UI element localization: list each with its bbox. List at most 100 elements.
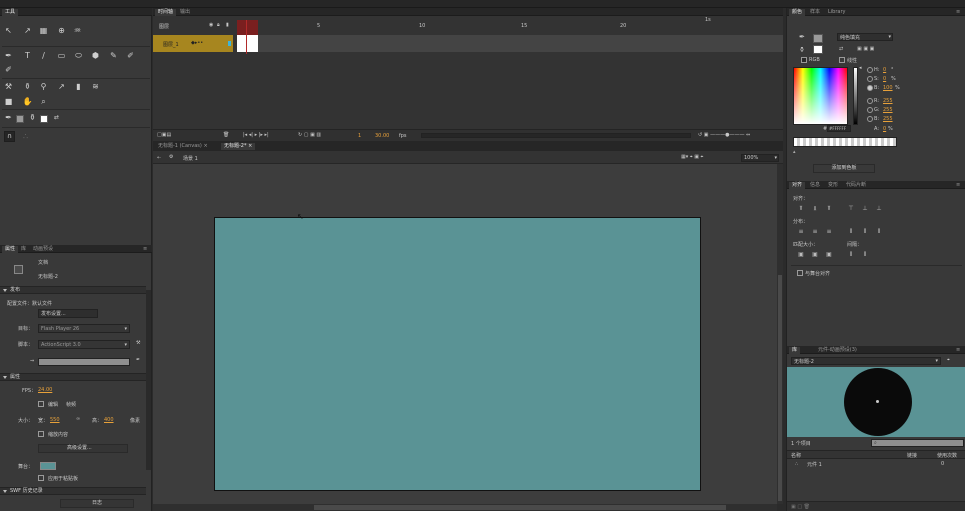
lock-all-icon[interactable]: 🔒︎	[217, 22, 220, 28]
stage-vertical-scrollbar-thumb[interactable]	[778, 275, 782, 501]
swap-color-icon[interactable]: ⇄	[839, 46, 843, 52]
tab-swatches[interactable]: 样本	[807, 9, 823, 16]
color-panel-menu-icon[interactable]: ≡	[953, 9, 963, 16]
stroke-color-swatch[interactable]	[16, 115, 24, 123]
eraser-tool-icon[interactable]: ▮	[73, 81, 84, 92]
col-uses[interactable]: 使用次数	[937, 452, 957, 459]
doc-tab-1[interactable]: 无标题-1 (Canvas) ×	[155, 143, 211, 150]
script-select[interactable]: ActionScript 3.0 ▾	[38, 340, 130, 349]
hand-tool-icon[interactable]: ✋	[22, 96, 33, 107]
red-value[interactable]: 255	[883, 98, 893, 104]
smooth-icon[interactable]: ∴	[20, 131, 31, 142]
tab-library[interactable]: 库	[18, 246, 29, 253]
red-radio[interactable]	[867, 98, 873, 104]
add-swatch-button[interactable]: 添加到色板	[813, 164, 875, 173]
tab-symbol-presets[interactable]: 元件-动画预设(3)	[815, 347, 860, 354]
tab-properties[interactable]: 属性	[2, 246, 19, 253]
oval-tool-icon[interactable]: ⬭	[73, 50, 84, 61]
col-name[interactable]: 名称	[791, 452, 801, 459]
green-value[interactable]: 255	[883, 107, 893, 113]
align-left-icon[interactable]: ⫪	[797, 205, 805, 212]
subselection-tool-icon[interactable]: ↗	[22, 25, 33, 36]
hue-value[interactable]: 0	[883, 67, 886, 73]
timeline-horizontal-scrollbar[interactable]	[421, 133, 691, 138]
camera-tool-icon[interactable]: ■	[3, 96, 14, 107]
stage-canvas[interactable]	[214, 217, 701, 491]
paint-brush-tool-icon[interactable]: ✐	[3, 64, 14, 75]
3d-rotation-tool-icon[interactable]: ⊕	[56, 25, 67, 36]
library-search-input[interactable]: ⌕	[871, 439, 964, 447]
zoom-select[interactable]: 100% ▾	[741, 154, 779, 162]
log-button[interactable]: 日志	[60, 499, 134, 508]
alpha-value[interactable]: 0	[883, 126, 886, 132]
doc-tab-1-close-icon[interactable]: ×	[203, 143, 207, 149]
text-tool-icon[interactable]: T	[22, 50, 33, 61]
brush-tool-icon[interactable]: ✐	[125, 50, 136, 61]
snap-to-objects-button[interactable]: ∩	[4, 131, 15, 142]
distribute-vcenter-icon[interactable]: ≡	[811, 228, 819, 235]
tab-code-snippets[interactable]: 代码片断	[843, 182, 869, 189]
zoom-tool-icon[interactable]: ⌕	[38, 96, 49, 107]
eyedropper-tool-icon[interactable]: ↗	[56, 81, 67, 92]
stroke-color-icon[interactable]: ✒	[3, 112, 14, 123]
swatch-strip[interactable]	[793, 137, 897, 147]
stage-view-controls[interactable]: ▦▾ ⌖ ▣ ⌖	[681, 154, 703, 160]
hex-input[interactable]: #FFFFFF	[827, 125, 851, 132]
align-right-icon[interactable]: ⫪	[825, 205, 833, 212]
align-vcenter-icon[interactable]: ⊥	[861, 205, 869, 212]
delete-layer-icon[interactable]: 🗑︎	[223, 132, 229, 138]
back-arrow-icon[interactable]: ⇠	[157, 155, 161, 161]
stage-horizontal-scrollbar-thumb[interactable]	[314, 505, 726, 510]
align-top-icon[interactable]: ⊤	[847, 205, 855, 212]
class-edit-icon[interactable]: ✒	[136, 357, 140, 363]
line-tool-icon[interactable]: ∕	[38, 50, 49, 61]
bone-tool-icon[interactable]: ⚒	[3, 81, 14, 92]
swatch-left-arrow-icon[interactable]: ▴	[793, 149, 796, 155]
distribute-right-icon[interactable]: ⫴	[875, 228, 883, 235]
fill-icon[interactable]: ⚱	[799, 46, 805, 54]
stroke-swatch[interactable]	[813, 34, 823, 43]
distribute-top-icon[interactable]: ≡	[797, 228, 805, 235]
hue-radio[interactable]	[867, 67, 873, 73]
fill-color-icon[interactable]: ⚱	[27, 112, 38, 123]
space-vertical-icon[interactable]: ⫴	[847, 251, 855, 258]
rgb-checkbox[interactable]	[801, 57, 807, 63]
edit-checkbox[interactable]	[38, 401, 44, 407]
saturation-value[interactable]: 0	[883, 76, 886, 82]
linear-checkbox[interactable]	[839, 57, 845, 63]
publish-section-header[interactable]: 发布	[0, 286, 146, 294]
brightness-slider-handle[interactable]: ◂	[859, 65, 862, 71]
rectangle-tool-icon[interactable]: ▭	[56, 50, 67, 61]
playhead-marker[interactable]	[237, 20, 258, 35]
saturation-radio[interactable]	[867, 76, 873, 82]
brightness-value[interactable]: 100	[883, 85, 893, 91]
library-doc-select[interactable]: 无标题-2 ▾	[791, 357, 941, 365]
paint-bucket-tool-icon[interactable]: ⚱	[22, 81, 33, 92]
layer-color-icon[interactable]	[228, 41, 231, 46]
target-select[interactable]: Flash Player 26 ▾	[38, 324, 130, 333]
align-bottom-icon[interactable]: ⊥	[875, 205, 883, 212]
properties-scrollbar[interactable]	[146, 290, 151, 470]
doc-tab-2-close-icon[interactable]: ×	[248, 143, 252, 149]
outline-all-icon[interactable]: ▮	[226, 22, 229, 28]
distribute-hcenter-icon[interactable]: ⫴	[861, 228, 869, 235]
tab-output[interactable]: 输出	[177, 9, 193, 16]
width-value[interactable]: 550	[50, 417, 60, 423]
polystar-tool-icon[interactable]: ⬢	[90, 50, 101, 61]
tab-cc-library[interactable]: Library	[825, 9, 848, 16]
height-value[interactable]: 400	[104, 417, 114, 423]
library-item-row[interactable]: ∴ 元件 1 0	[787, 460, 965, 469]
distribute-left-icon[interactable]: ⫴	[847, 228, 855, 235]
timeline-fps[interactable]: 30.00	[375, 133, 389, 139]
new-layer-icon[interactable]: □▣▤	[157, 132, 171, 138]
green-radio[interactable]	[867, 107, 873, 113]
match-both-icon[interactable]: ▣	[825, 251, 833, 258]
col-linkage[interactable]: 链接	[907, 452, 917, 459]
width-tool-icon[interactable]: ≋	[90, 81, 101, 92]
selection-tool-icon[interactable]: ↖	[3, 25, 14, 36]
properties-section-header[interactable]: 属性	[0, 373, 146, 381]
layer-row[interactable]: 图层_1 ◆▸••	[153, 35, 233, 52]
timeline-zoom-controls[interactable]: ↺ ▣ ———●——— ⇔	[698, 132, 750, 138]
scale-content-checkbox[interactable]	[38, 431, 44, 437]
overflow-icons[interactable]: ▣ ▣ ▣	[857, 46, 874, 52]
